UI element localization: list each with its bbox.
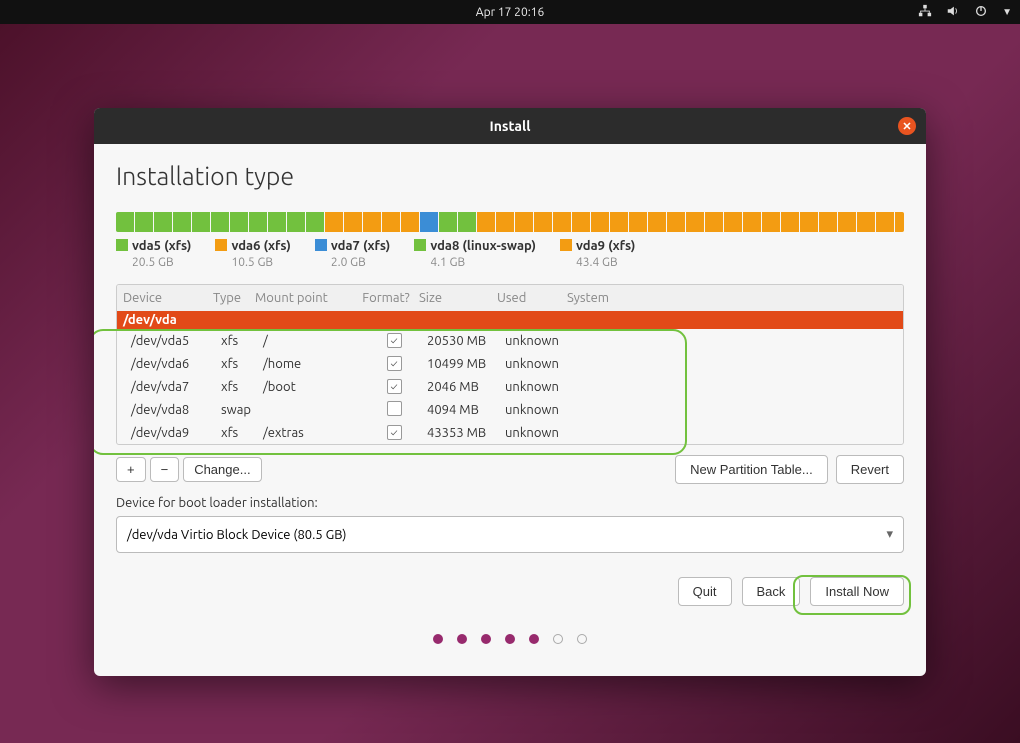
legend-item: vda5 (xfs)20.5 GB <box>116 238 191 270</box>
cell-size: 4094 MB <box>427 403 505 417</box>
disk-usage-bar <box>116 212 904 232</box>
new-partition-table-button[interactable]: New Partition Table... <box>675 455 828 484</box>
titlebar: Install ✕ <box>94 108 926 144</box>
cell-mount: / <box>263 334 361 348</box>
dot <box>433 634 443 644</box>
col-type[interactable]: Type <box>213 291 255 305</box>
network-icon[interactable] <box>918 4 932 21</box>
dot <box>457 634 467 644</box>
cell-used: unknown <box>505 357 575 371</box>
cell-type: xfs <box>221 380 263 394</box>
table-row[interactable]: /dev/vda9xfs/extras 43353 MBunknown <box>117 421 903 444</box>
bootloader-value: /dev/vda Virtio Block Device (80.5 GB) <box>127 528 346 542</box>
cell-type: swap <box>221 403 263 417</box>
bootloader-label: Device for boot loader installation: <box>116 496 904 510</box>
cell-size: 43353 MB <box>427 426 505 440</box>
cell-device: /dev/vda5 <box>131 334 221 348</box>
table-row[interactable]: /dev/vda8swap 4094 MBunknown <box>117 398 903 421</box>
window-title: Install <box>490 118 531 134</box>
remove-partition-button[interactable]: − <box>150 457 180 482</box>
format-checkbox[interactable] <box>387 333 402 348</box>
cell-used: unknown <box>505 426 575 440</box>
legend-item: vda9 (xfs)43.4 GB <box>560 238 635 270</box>
dot <box>577 634 587 644</box>
back-button[interactable]: Back <box>742 577 801 606</box>
partition-legend: vda5 (xfs)20.5 GB vda6 (xfs)10.5 GB vda7 (… <box>116 238 904 270</box>
quit-button[interactable]: Quit <box>678 577 732 606</box>
volume-icon[interactable] <box>946 4 960 21</box>
cell-size: 10499 MB <box>427 357 505 371</box>
chevron-down-icon: ▾ <box>886 527 893 542</box>
table-row[interactable]: /dev/vda5xfs/ 20530 MBunknown <box>117 329 903 352</box>
table-row[interactable]: /dev/vda6xfs/home 10499 MBunknown <box>117 352 903 375</box>
cell-type: xfs <box>221 426 263 440</box>
legend-item: vda6 (xfs)10.5 GB <box>215 238 290 270</box>
cell-device: /dev/vda6 <box>131 357 221 371</box>
cell-size: 2046 MB <box>427 380 505 394</box>
installer-window: Install ✕ Installation type vda5 (xfs)20… <box>94 108 926 676</box>
cell-type: xfs <box>221 357 263 371</box>
table-row[interactable]: /dev/vda7xfs/boot 2046 MBunknown <box>117 375 903 398</box>
disk-header-row[interactable]: /dev/vda <box>117 311 903 329</box>
install-now-button[interactable]: Install Now <box>810 577 904 606</box>
col-used[interactable]: Used <box>497 291 567 305</box>
close-icon[interactable]: ✕ <box>898 117 916 135</box>
cell-device: /dev/vda9 <box>131 426 221 440</box>
cell-device: /dev/vda8 <box>131 403 221 417</box>
cell-mount: /home <box>263 357 361 371</box>
cell-mount: /extras <box>263 426 361 440</box>
cell-format[interactable] <box>361 379 427 394</box>
revert-button[interactable]: Revert <box>836 455 904 484</box>
dot <box>553 634 563 644</box>
format-checkbox[interactable] <box>387 425 402 440</box>
cell-used: unknown <box>505 334 575 348</box>
cell-used: unknown <box>505 380 575 394</box>
change-partition-button[interactable]: Change... <box>183 457 261 482</box>
dot <box>481 634 491 644</box>
add-partition-button[interactable]: + <box>116 457 146 482</box>
col-size[interactable]: Size <box>419 291 497 305</box>
legend-item: vda7 (xfs)2.0 GB <box>315 238 390 270</box>
progress-dots <box>116 606 904 668</box>
col-device[interactable]: Device <box>123 291 213 305</box>
cell-format[interactable] <box>361 333 427 348</box>
chevron-down-icon[interactable]: ▼ <box>1002 6 1012 18</box>
cell-size: 20530 MB <box>427 334 505 348</box>
dot <box>529 634 539 644</box>
dot <box>505 634 515 644</box>
format-checkbox[interactable] <box>387 401 402 416</box>
cell-format[interactable] <box>361 425 427 440</box>
col-mount[interactable]: Mount point <box>255 291 353 305</box>
clock: Apr 17 20:16 <box>476 6 544 19</box>
col-system[interactable]: System <box>567 291 627 305</box>
format-checkbox[interactable] <box>387 356 402 371</box>
power-icon[interactable] <box>974 4 988 21</box>
cell-type: xfs <box>221 334 263 348</box>
cell-used: unknown <box>505 403 575 417</box>
page-heading: Installation type <box>116 162 904 190</box>
col-format[interactable]: Format? <box>353 291 419 305</box>
cell-mount: /boot <box>263 380 361 394</box>
cell-device: /dev/vda7 <box>131 380 221 394</box>
partition-table[interactable]: Device Type Mount point Format? Size Use… <box>116 284 904 445</box>
cell-format[interactable] <box>361 356 427 371</box>
format-checkbox[interactable] <box>387 379 402 394</box>
cell-format[interactable] <box>361 401 427 419</box>
legend-item: vda8 (linux-swap)4.1 GB <box>414 238 536 270</box>
bootloader-device-select[interactable]: /dev/vda Virtio Block Device (80.5 GB) ▾ <box>116 516 904 553</box>
